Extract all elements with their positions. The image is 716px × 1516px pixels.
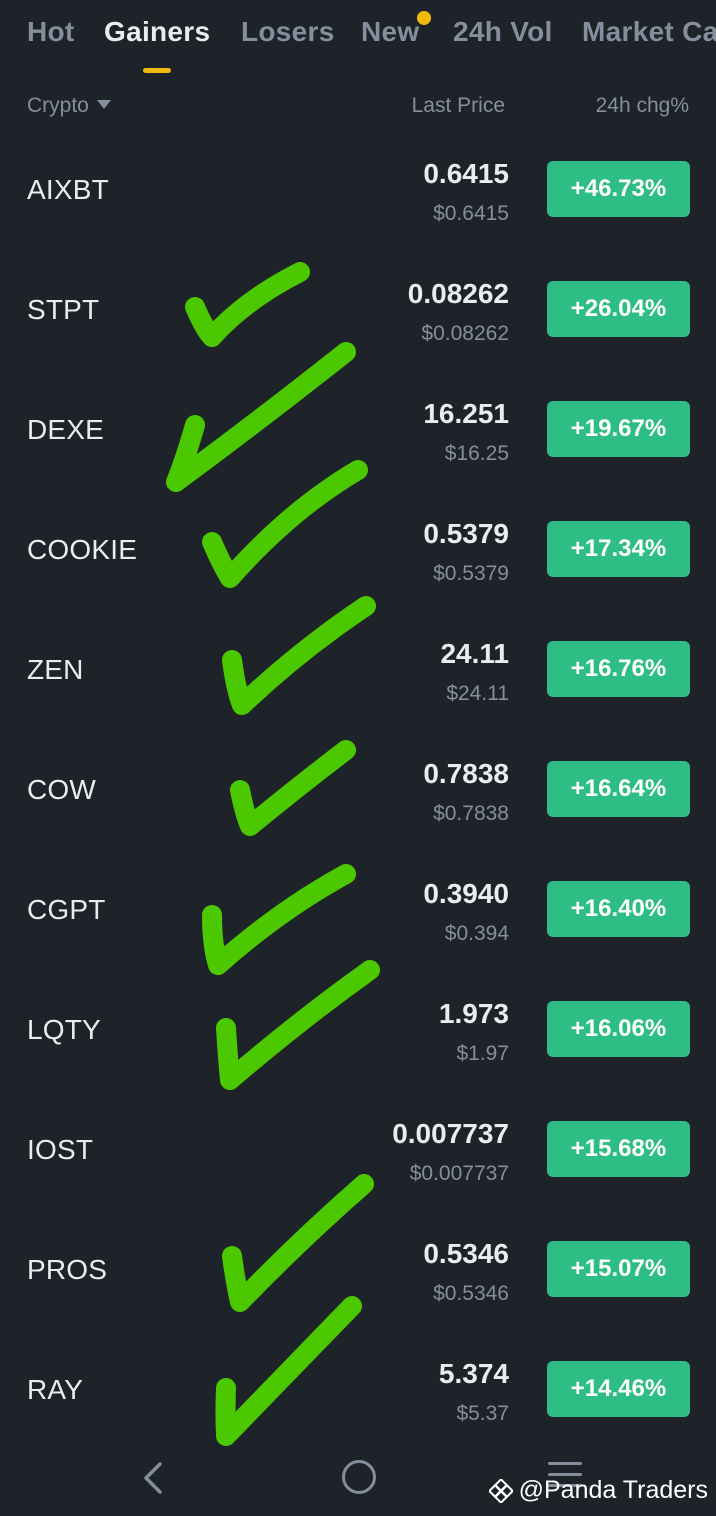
market-row[interactable]: AIXBT 0.6415 $0.6415 +46.73% <box>0 130 716 250</box>
crypto-header-label: Crypto <box>27 94 89 117</box>
market-row[interactable]: DEXE 16.251 $16.25 +19.67% <box>0 370 716 490</box>
last-price: 0.5346 <box>423 1238 509 1269</box>
fiat-price: $0.6415 <box>433 202 509 225</box>
fiat-price: $0.7838 <box>433 802 509 825</box>
tab-gainers[interactable]: Gainers <box>104 16 210 48</box>
system-nav-bar: @Panda Traders <box>0 1440 716 1516</box>
last-price: 1.973 <box>438 998 509 1029</box>
tab-new[interactable]: New <box>361 16 419 48</box>
category-tabs: Hot Gainers Losers New 24h Vol Market Ca <box>0 0 716 80</box>
back-icon[interactable] <box>138 1458 168 1498</box>
tab-hot[interactable]: Hot <box>27 16 75 48</box>
market-row[interactable]: RAY 5.374 $5.37 +14.46% <box>0 1330 716 1450</box>
last-price: 0.7838 <box>423 758 509 789</box>
change-header[interactable]: 24h chg% <box>596 94 689 118</box>
symbol: COW <box>27 774 97 805</box>
tab-24h-vol[interactable]: 24h Vol <box>453 16 553 48</box>
change-badge[interactable]: +17.34% <box>547 521 690 577</box>
watermark-text: @Panda Traders <box>518 1476 708 1504</box>
fiat-price: $0.08262 <box>421 322 509 345</box>
binance-logo-icon <box>488 1478 513 1503</box>
new-indicator-dot <box>417 11 431 25</box>
crypto-sort-header[interactable]: Crypto <box>27 94 111 118</box>
home-circle-icon[interactable] <box>342 1460 376 1494</box>
change-badge[interactable]: +19.67% <box>547 401 690 457</box>
last-price: 0.5379 <box>423 518 509 549</box>
last-price: 24.11 <box>440 638 509 669</box>
last-price-header[interactable]: Last Price <box>412 94 505 118</box>
change-badge[interactable]: +14.46% <box>547 1361 690 1417</box>
fiat-price: $24.11 <box>446 682 509 705</box>
fiat-price: $0.394 <box>444 922 509 945</box>
symbol: ZEN <box>27 654 84 685</box>
tab-market-cap[interactable]: Market Ca <box>582 16 716 48</box>
change-badge[interactable]: +15.07% <box>547 1241 690 1297</box>
symbol: CGPT <box>27 894 106 925</box>
symbol: RAY <box>27 1374 84 1405</box>
fiat-price: $16.25 <box>444 442 509 465</box>
change-badge[interactable]: +16.76% <box>547 641 690 697</box>
fiat-price: $0.5379 <box>433 562 509 585</box>
fiat-price: $0.5346 <box>433 1282 509 1305</box>
symbol: STPT <box>27 294 100 325</box>
symbol: COOKIE <box>27 534 138 565</box>
market-row[interactable]: LQTY 1.973 $1.97 +16.06% <box>0 970 716 1090</box>
active-tab-underline <box>143 68 171 73</box>
market-row[interactable]: IOST 0.007737 $0.007737 +15.68% <box>0 1090 716 1210</box>
symbol: AIXBT <box>27 174 109 205</box>
symbol: LQTY <box>27 1014 101 1045</box>
market-row[interactable]: ZEN 24.11 $24.11 +16.76% <box>0 610 716 730</box>
change-badge[interactable]: +16.40% <box>547 881 690 937</box>
symbol: IOST <box>27 1134 94 1165</box>
market-row[interactable]: CGPT 0.3940 $0.394 +16.40% <box>0 850 716 970</box>
fiat-price: $5.37 <box>456 1402 509 1425</box>
fiat-price: $0.007737 <box>409 1162 509 1185</box>
symbol: PROS <box>27 1254 108 1285</box>
last-price: 0.08262 <box>407 278 509 309</box>
fiat-price: $1.97 <box>456 1042 509 1065</box>
last-price: 16.251 <box>423 398 509 429</box>
market-row[interactable]: COW 0.7838 $0.7838 +16.64% <box>0 730 716 850</box>
change-badge[interactable]: +16.64% <box>547 761 690 817</box>
watermark: @Panda Traders <box>488 1476 708 1505</box>
market-row[interactable]: PROS 0.5346 $0.5346 +15.07% <box>0 1210 716 1330</box>
market-row[interactable]: COOKIE 0.5379 $0.5379 +17.34% <box>0 490 716 610</box>
change-badge[interactable]: +16.06% <box>547 1001 690 1057</box>
caret-down-icon <box>96 100 111 109</box>
last-price: 0.3940 <box>423 878 509 909</box>
change-badge[interactable]: +26.04% <box>547 281 690 337</box>
change-badge[interactable]: +15.68% <box>547 1121 690 1177</box>
tab-losers[interactable]: Losers <box>241 16 335 48</box>
last-price: 5.374 <box>438 1358 509 1389</box>
change-badge[interactable]: +46.73% <box>547 161 690 217</box>
market-row[interactable]: STPT 0.08262 $0.08262 +26.04% <box>0 250 716 370</box>
last-price: 0.007737 <box>392 1118 509 1149</box>
market-list: AIXBT 0.6415 $0.6415 +46.73% STPT 0.08262 $0.0… <box>0 130 716 1450</box>
symbol: DEXE <box>27 414 105 445</box>
last-price: 0.6415 <box>423 158 509 189</box>
